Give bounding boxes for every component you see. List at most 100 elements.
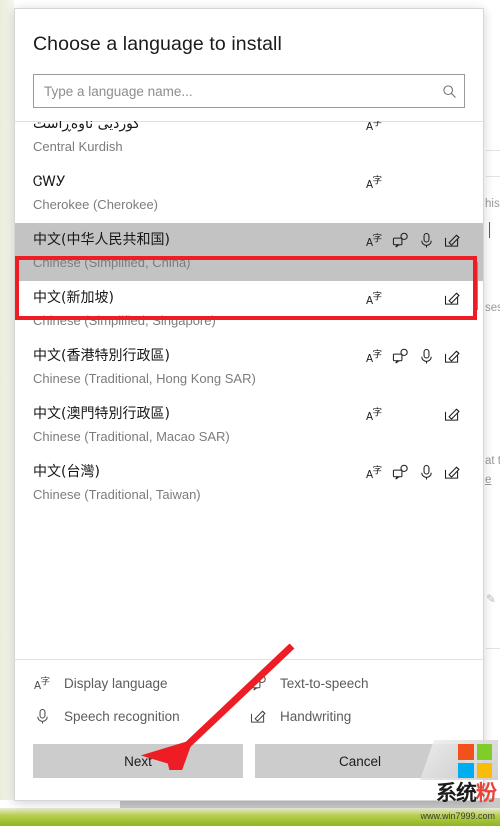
legend-grid: A 字 Display language Text-to-speech Speech r…	[33, 674, 465, 726]
language-feature-icons: A字	[366, 172, 461, 192]
language-list-item[interactable]: 中文(中华人民共和国) Chinese (Simplified, China) A 字	[15, 223, 483, 281]
background-handwriting-icon: ✎	[486, 592, 497, 606]
svg-text:字: 字	[373, 290, 382, 302]
language-feature-icons: A字	[366, 288, 461, 308]
svg-text:字: 字	[373, 406, 382, 418]
display-language-icon: A字	[366, 290, 383, 307]
feature-icon-placeholder	[418, 121, 435, 133]
language-english-name: Cherokee (Cherokee)	[33, 197, 159, 212]
watermark-brand-left: 系统	[436, 781, 477, 805]
background-divider	[486, 648, 500, 649]
svg-text:字: 字	[373, 174, 382, 186]
legend-label: Handwriting	[280, 709, 352, 724]
speech-recognition-icon	[418, 348, 435, 365]
language-list[interactable]: کوردیی ناوەڕاست Central Kurdish A 字 ᏣᎳᎩ Chero…	[15, 121, 483, 659]
feature-icon-placeholder	[392, 290, 409, 307]
display-language-icon: A字	[366, 174, 383, 191]
text-to-speech-icon	[392, 348, 409, 365]
svg-text:字: 字	[373, 464, 382, 476]
speech-recognition-icon	[418, 232, 435, 249]
handwriting-icon	[444, 232, 461, 249]
feature-icon-placeholder	[392, 174, 409, 191]
watermark-square	[458, 762, 474, 778]
language-english-name: Central Kurdish	[33, 139, 123, 154]
feature-icon-placeholder	[444, 121, 461, 133]
svg-text:字: 字	[373, 232, 382, 244]
language-list-item[interactable]: 中文(澳門特別行政區) Chinese (Traditional, Macao S…	[15, 397, 483, 455]
language-list-item[interactable]: 中文(新加坡) Chinese (Simplified, Singapore) A 字	[15, 281, 483, 339]
language-english-name: Chinese (Simplified, Singapore)	[33, 313, 216, 328]
watermark-brand: 系统粉	[436, 777, 497, 807]
background-left-strip	[0, 0, 14, 800]
background-divider	[486, 176, 500, 177]
display-language-icon: A字	[366, 348, 383, 365]
display-language-icon: A字	[366, 232, 383, 249]
speech-recognition-icon	[33, 707, 52, 726]
scrollbar-thumb[interactable]	[475, 261, 478, 310]
legend-item: Speech recognition	[33, 707, 249, 726]
speech-recognition-icon	[418, 464, 435, 481]
search-input[interactable]	[34, 75, 434, 107]
legend-item: Handwriting	[249, 707, 465, 726]
feature-icon-placeholder	[418, 290, 435, 307]
search-icon[interactable]	[434, 84, 464, 99]
background-caret	[489, 222, 490, 238]
language-list-item[interactable]: 中文(香港特別行政區) Chinese (Traditional, Hong Ko…	[15, 339, 483, 397]
language-english-name: Chinese (Traditional, Hong Kong SAR)	[33, 371, 256, 386]
search-container	[15, 56, 483, 108]
text-to-speech-icon	[392, 464, 409, 481]
display-language-icon: A字	[366, 464, 383, 481]
legend-item: A 字 Display language	[33, 674, 249, 693]
watermark-square	[458, 744, 474, 760]
language-feature-icons: A字	[366, 462, 461, 482]
background-text-fragment: e	[485, 474, 492, 486]
language-list-scrollbar[interactable]	[475, 123, 478, 657]
feature-icon-placeholder	[418, 406, 435, 423]
watermark-brand-accent: 粉	[476, 781, 497, 805]
site-watermark: 系统粉 www.win7999.com	[420, 738, 498, 824]
handwriting-icon	[444, 464, 461, 481]
text-to-speech-icon	[392, 232, 409, 249]
language-list-container: کوردیی ناوەڕاست Central Kurdish A 字 ᏣᎳᎩ Chero…	[15, 121, 483, 659]
legend-item: Text-to-speech	[249, 674, 465, 693]
display-language-icon: A字	[366, 121, 383, 133]
feature-legend: A 字 Display language Text-to-speech Speech r…	[15, 659, 483, 736]
language-english-name: Chinese (Simplified, China)	[33, 255, 191, 270]
language-list-item[interactable]: ᏣᎳᎩ Cherokee (Cherokee) A 字	[15, 165, 483, 223]
watermark-square	[476, 762, 492, 778]
watermark-url: www.win7999.com	[420, 811, 495, 821]
text-to-speech-icon	[249, 674, 268, 693]
background-text-fragment: his	[485, 198, 500, 210]
search-box[interactable]	[33, 74, 465, 108]
display-language-icon: A字	[366, 406, 383, 423]
language-list-item[interactable]: کوردیی ناوەڕاست Central Kurdish A 字	[15, 121, 483, 165]
handwriting-icon	[444, 406, 461, 423]
language-english-name: Chinese (Traditional, Macao SAR)	[33, 429, 230, 444]
display-language-icon: A字	[33, 674, 52, 693]
language-list-item[interactable]: 中文(台灣) Chinese (Traditional, Taiwan) A 字	[15, 455, 483, 513]
language-feature-icons: A字	[366, 404, 461, 424]
svg-text:字: 字	[41, 675, 50, 687]
dialog-footer: Next Cancel	[15, 736, 483, 800]
dialog-title: Choose a language to install	[33, 33, 282, 55]
background-text-fragment: at t	[485, 455, 500, 467]
language-feature-icons: A字	[366, 230, 461, 250]
background-text-fragment: ses	[485, 302, 500, 314]
feature-icon-placeholder	[392, 121, 409, 133]
choose-language-dialog: Choose a language to install کوردیی ناوە…	[14, 8, 484, 801]
language-feature-icons: A字	[366, 121, 461, 134]
legend-label: Display language	[64, 676, 168, 691]
feature-icon-placeholder	[392, 406, 409, 423]
feature-icon-placeholder	[418, 174, 435, 191]
language-english-name: Chinese (Traditional, Taiwan)	[33, 487, 201, 502]
legend-label: Speech recognition	[64, 709, 180, 724]
legend-label: Text-to-speech	[280, 676, 369, 691]
next-button[interactable]: Next	[33, 744, 243, 778]
watermark-logo-squares	[458, 744, 492, 778]
handwriting-icon	[444, 290, 461, 307]
handwriting-icon	[444, 348, 461, 365]
handwriting-icon	[249, 707, 268, 726]
feature-icon-placeholder	[444, 174, 461, 191]
watermark-square	[476, 744, 492, 760]
background-divider	[486, 150, 500, 151]
